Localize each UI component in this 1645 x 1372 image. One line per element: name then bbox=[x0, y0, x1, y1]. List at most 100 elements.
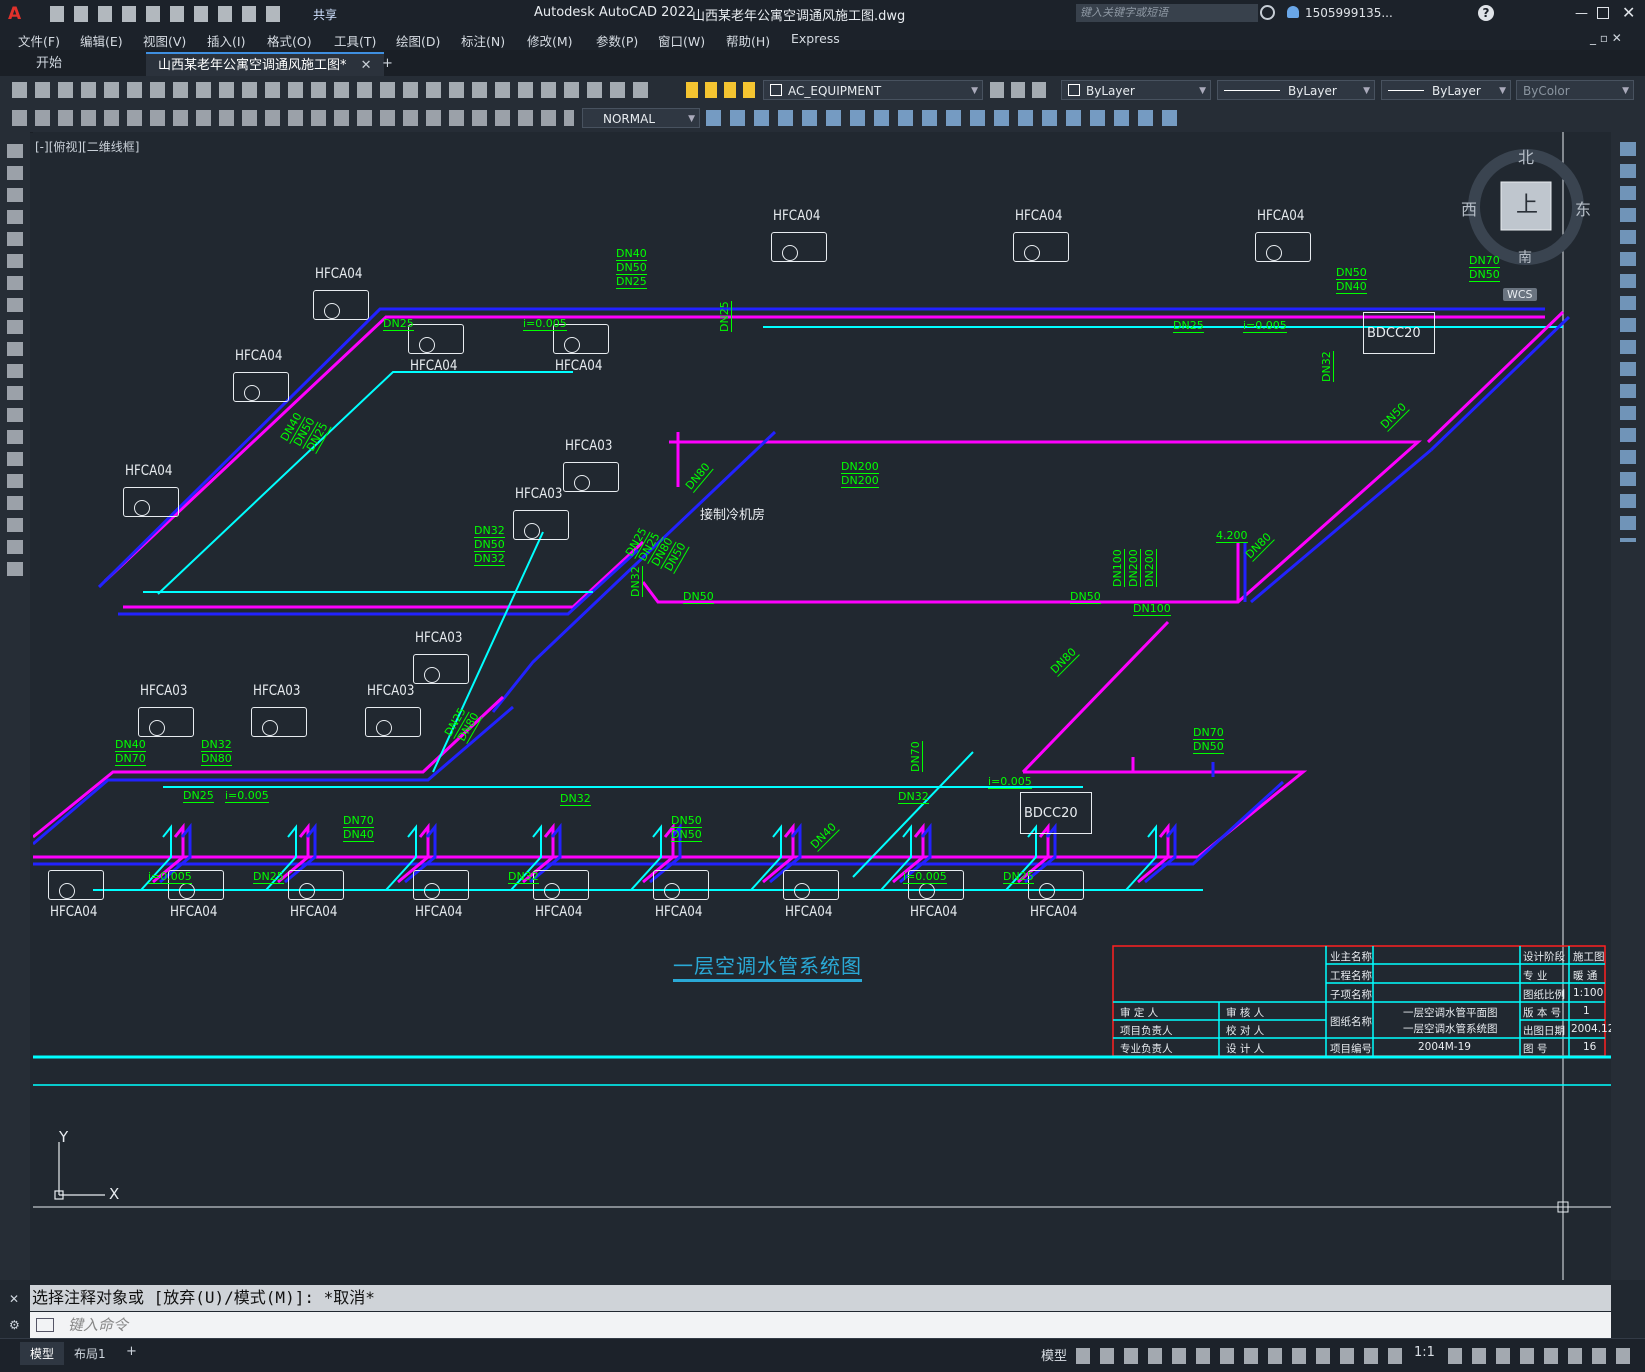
menu-parametric[interactable]: 参数(P) bbox=[596, 31, 638, 50]
equipment-unit[interactable] bbox=[1028, 870, 1084, 900]
equipment-unit[interactable] bbox=[413, 654, 469, 684]
fan-icon bbox=[664, 883, 680, 899]
menu-format[interactable]: 格式(O) bbox=[267, 31, 312, 50]
command-history: 选择注释对象或 [放弃(U)/模式(M)]: *取消* bbox=[30, 1285, 1611, 1311]
annotation-scale[interactable]: 1:1 bbox=[1414, 1345, 1435, 1360]
layer-tool-icons[interactable] bbox=[990, 82, 1050, 98]
menu-help[interactable]: 帮助(H) bbox=[726, 31, 770, 50]
equipment-unit[interactable] bbox=[513, 510, 569, 540]
equipment-unit[interactable] bbox=[413, 870, 469, 900]
viewcube-top[interactable]: 上 bbox=[1516, 187, 1538, 219]
menu-edit[interactable]: 编辑(E) bbox=[80, 31, 123, 50]
fan-icon bbox=[424, 667, 440, 683]
text-style-value: NORMAL bbox=[603, 112, 656, 126]
equipment-unit[interactable] bbox=[1013, 232, 1069, 262]
command-close-icon[interactable]: ✕ bbox=[9, 1292, 19, 1306]
model-space-button[interactable]: 模型 bbox=[1041, 1345, 1067, 1364]
equipment-unit[interactable] bbox=[251, 707, 307, 737]
layer-dropdown[interactable]: AC_EQUIPMENT ▼ bbox=[763, 80, 983, 100]
tb-version-label: 版 本 号 bbox=[1523, 1007, 1562, 1019]
drawing-canvas[interactable]: [-][俯视][二维线框] 北 西 东 南 上 WCS HFCA04 HFCA0… bbox=[33, 132, 1611, 1280]
equipment-unit[interactable] bbox=[48, 870, 104, 900]
modify-tool-icons-vertical[interactable] bbox=[1620, 142, 1636, 542]
maximize-button[interactable] bbox=[1597, 7, 1609, 19]
tb-project: 工程名称 bbox=[1330, 970, 1372, 982]
tab-start[interactable]: 开始 bbox=[24, 52, 74, 75]
menu-view[interactable]: 视图(V) bbox=[143, 31, 186, 50]
viewcube-north[interactable]: 北 bbox=[1518, 144, 1534, 168]
draw-tool-icons[interactable] bbox=[7, 144, 23, 584]
viewcube-east[interactable]: 东 bbox=[1575, 196, 1591, 220]
status-right-icons[interactable] bbox=[1448, 1348, 1638, 1364]
standard-tool-icons[interactable] bbox=[12, 82, 650, 98]
equipment-unit[interactable] bbox=[783, 870, 839, 900]
tab-document-label: 山西某老年公寓空调通风施工图* bbox=[158, 58, 347, 73]
file-title: 山西某老年公寓空调通风施工图.dwg bbox=[692, 9, 906, 24]
quick-access-icons[interactable] bbox=[50, 6, 290, 22]
equipment-unit[interactable] bbox=[563, 462, 619, 492]
tab-layout1[interactable]: 布局1 bbox=[74, 1345, 106, 1362]
fan-icon bbox=[179, 883, 195, 899]
viewcube-west[interactable]: 西 bbox=[1461, 196, 1477, 220]
wcs-button[interactable]: WCS bbox=[1503, 288, 1537, 301]
doc-window-controls[interactable]: _ ▫ ✕ bbox=[1590, 31, 1622, 45]
equipment-unit[interactable] bbox=[533, 870, 589, 900]
menu-modify[interactable]: 修改(M) bbox=[527, 31, 573, 50]
equipment-unit[interactable] bbox=[408, 324, 464, 354]
help-icon[interactable]: ? bbox=[1478, 5, 1494, 21]
modify-tool-icons[interactable] bbox=[706, 110, 1186, 126]
user-name[interactable]: 1505999135... bbox=[1305, 6, 1393, 20]
linetype-dropdown[interactable]: ByLayer ▼ bbox=[1217, 80, 1375, 100]
equipment-unit[interactable] bbox=[123, 487, 179, 517]
app-title: Autodesk AutoCAD 2022 bbox=[534, 5, 695, 20]
viewcube-south[interactable]: 南 bbox=[1518, 247, 1532, 267]
menu-draw[interactable]: 绘图(D) bbox=[396, 31, 440, 50]
layer-state-icons[interactable] bbox=[686, 82, 762, 98]
equipment-unit[interactable] bbox=[138, 707, 194, 737]
autocad-logo-icon[interactable]: A bbox=[8, 4, 21, 24]
menu-file[interactable]: 文件(F) bbox=[18, 31, 60, 50]
pipe-size-label: DN25 bbox=[1173, 319, 1204, 333]
equipment-unit[interactable] bbox=[365, 707, 421, 737]
menu-tools[interactable]: 工具(T) bbox=[334, 31, 376, 50]
minimize-button[interactable]: — bbox=[1575, 6, 1588, 21]
equipment-unit[interactable] bbox=[233, 372, 289, 402]
color-dropdown[interactable]: ByLayer ▼ bbox=[1061, 80, 1211, 100]
command-prompt-icon[interactable] bbox=[36, 1318, 54, 1332]
text-style-dropdown[interactable]: NORMAL ▼ bbox=[582, 108, 700, 128]
dimension-tool-icons[interactable] bbox=[12, 110, 574, 126]
equipment-unit[interactable] bbox=[1255, 232, 1311, 262]
fan-icon bbox=[299, 883, 315, 899]
pipe-size-label: DN50 bbox=[616, 261, 647, 275]
tb-designer: 设 计 人 bbox=[1226, 1043, 1265, 1055]
status-tool-icons[interactable] bbox=[1076, 1348, 1411, 1364]
command-input[interactable]: 键入命令 bbox=[30, 1312, 1611, 1338]
lineweight-dropdown[interactable]: ByLayer ▼ bbox=[1381, 80, 1511, 100]
equipment-unit[interactable] bbox=[653, 870, 709, 900]
equipment-unit[interactable] bbox=[288, 870, 344, 900]
new-tab-button[interactable]: + bbox=[370, 52, 405, 75]
menu-window[interactable]: 窗口(W) bbox=[658, 31, 705, 50]
plotstyle-dropdown[interactable]: ByColor ▼ bbox=[1516, 80, 1634, 100]
tb-stage: 施工图 bbox=[1573, 951, 1605, 963]
share-button[interactable]: 共享 bbox=[313, 6, 337, 23]
add-layout-button[interactable]: + bbox=[126, 1344, 137, 1359]
equipment-unit[interactable] bbox=[313, 290, 369, 320]
ucs-icon bbox=[54, 1142, 105, 1200]
menu-express[interactable]: Express bbox=[791, 31, 840, 46]
command-settings-icon[interactable]: ⚙ bbox=[9, 1318, 20, 1332]
close-button[interactable]: ✕ bbox=[1622, 3, 1635, 22]
fan-icon bbox=[59, 883, 75, 899]
fan-icon bbox=[262, 720, 278, 736]
user-icon[interactable] bbox=[1287, 6, 1299, 18]
tab-document[interactable]: 山西某老年公寓空调通风施工图* ✕ bbox=[146, 52, 384, 77]
search-icon[interactable] bbox=[1260, 5, 1275, 20]
menu-insert[interactable]: 插入(I) bbox=[207, 31, 245, 50]
equipment-unit[interactable] bbox=[771, 232, 827, 262]
menu-dimension[interactable]: 标注(N) bbox=[461, 31, 505, 50]
search-input[interactable]: 键入关键字或短语 bbox=[1076, 4, 1258, 22]
pipe-size-label: DN200 bbox=[841, 474, 879, 488]
tab-model[interactable]: 模型 bbox=[20, 1342, 65, 1365]
fan-icon bbox=[919, 883, 935, 899]
fan-icon bbox=[419, 337, 435, 353]
